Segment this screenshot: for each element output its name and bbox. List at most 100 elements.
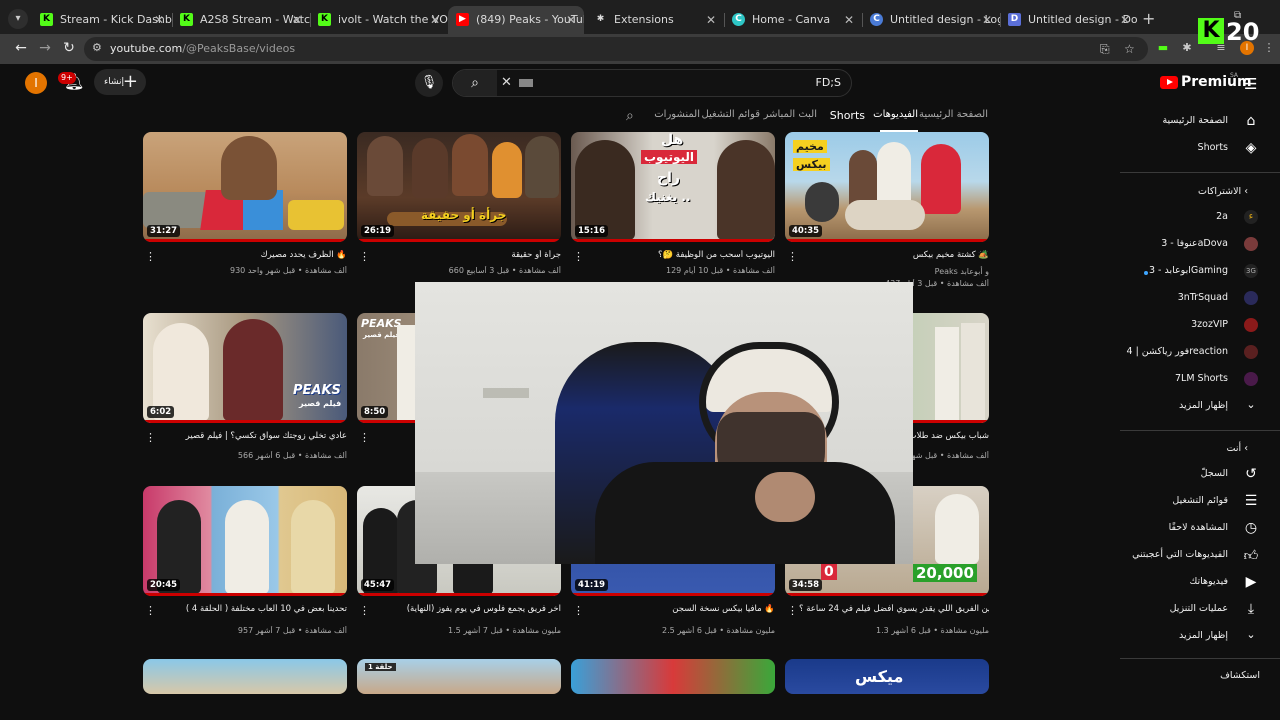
create-button[interactable]: إنشاء + bbox=[94, 69, 146, 95]
sidebar-item-playlists[interactable]: قوائم التشغيل ☰ bbox=[1120, 490, 1280, 516]
keyboard-icon[interactable] bbox=[519, 79, 533, 87]
browser-tab[interactable]: C Home - Canva ✕ bbox=[724, 6, 862, 34]
sidebar-item-subscription[interactable]: 7LM Shorts bbox=[1120, 368, 1280, 394]
clear-search-icon[interactable]: ✕ bbox=[501, 75, 512, 90]
video-title[interactable]: مافيا بيكس نسخة السجن 🔥 bbox=[585, 604, 775, 614]
browser-tab[interactable]: ✱ Extensions ✕ bbox=[586, 6, 724, 34]
extensions-puzzle-icon[interactable]: ✱ bbox=[1180, 41, 1194, 55]
close-icon[interactable]: ✕ bbox=[292, 6, 302, 34]
back-arrow-icon[interactable]: ← bbox=[12, 40, 30, 56]
more-options-icon[interactable]: ⋮ bbox=[359, 250, 370, 263]
sidebar-item-subscription[interactable]: ابوعابد - 3Gaming 3G bbox=[1120, 260, 1280, 286]
browser-tab[interactable]: K ivolt - Watch the VOD on ✕ bbox=[310, 6, 448, 34]
guide-menu-icon[interactable]: ☰ bbox=[1244, 75, 1257, 93]
video-card[interactable] bbox=[143, 659, 347, 694]
tab-home[interactable]: الصفحة الرئيسية bbox=[919, 109, 988, 120]
tab-search-button[interactable]: ▾ bbox=[8, 9, 28, 29]
search-icon[interactable]: ⌕ bbox=[453, 70, 497, 96]
close-icon[interactable]: ✕ bbox=[844, 6, 854, 34]
site-info-icon[interactable]: ⚙ bbox=[92, 41, 102, 54]
more-options-icon[interactable]: ⋮ bbox=[145, 604, 156, 617]
tab-shorts[interactable]: Shorts bbox=[830, 109, 865, 122]
forward-arrow-icon[interactable]: → bbox=[36, 40, 54, 56]
video-card[interactable]: حلقة 1 bbox=[357, 659, 561, 694]
new-tab-button[interactable]: + bbox=[1142, 9, 1155, 28]
video-channel[interactable]: Peaks و أبوعابد bbox=[935, 267, 989, 276]
sidebar-item-watch-later[interactable]: المشاهدة لاحقًا ◷ bbox=[1120, 517, 1280, 543]
bookmark-star-icon[interactable]: ☆ bbox=[1124, 42, 1135, 56]
sidebar-show-more-you[interactable]: إظهار المزيد ⌄ bbox=[1120, 625, 1280, 651]
sidebar-item-subscription[interactable]: 3zozVIP bbox=[1120, 314, 1280, 340]
close-icon[interactable]: ✕ bbox=[430, 6, 440, 34]
video-thumbnail[interactable] bbox=[571, 659, 775, 694]
more-options-icon[interactable]: ⋮ bbox=[573, 604, 584, 617]
voice-search-mic-icon[interactable]: 🎙︎ bbox=[415, 69, 443, 97]
browser-tab-active[interactable]: ▶ (849) Peaks - YouTube ✕ bbox=[448, 6, 584, 34]
subscriptions-heading[interactable]: الاشتراكات ‹ bbox=[1198, 186, 1248, 197]
video-thumbnail[interactable]: هل اليوتيوب راح يغنيك .. 15:16 bbox=[571, 132, 775, 242]
browser-tab[interactable]: D Untitled design - Doc ✕ bbox=[1000, 6, 1138, 34]
video-title[interactable]: الظرف يحدد مصيرك 🔥 bbox=[157, 250, 347, 260]
sidebar-item-subscription[interactable]: 2a ء bbox=[1120, 206, 1280, 232]
address-bar[interactable]: ⚙ youtube.com/@PeaksBase/videos ⎘ ☆ bbox=[84, 37, 1148, 61]
browser-tab[interactable]: K A2S8 Stream - Watch Live ✕ bbox=[172, 6, 310, 34]
extension-icon[interactable]: ▬ bbox=[1156, 41, 1170, 55]
video-thumbnail[interactable]: PEAKS فيلم قصير 6:02 bbox=[143, 313, 347, 423]
close-icon[interactable]: ✕ bbox=[154, 6, 164, 34]
more-options-icon[interactable]: ⋮ bbox=[359, 604, 370, 617]
video-thumbnail[interactable]: حلقة 1 bbox=[357, 659, 561, 694]
channel-search-icon[interactable]: ⌕ bbox=[626, 108, 634, 124]
more-options-icon[interactable]: ⋮ bbox=[359, 431, 370, 444]
browser-tab[interactable]: K Stream - Kick Dashboard ✕ bbox=[32, 6, 172, 34]
video-thumbnail[interactable]: مخيم بيكس 40:35 bbox=[785, 132, 989, 242]
browser-tab[interactable]: C Untitled design - Logo ✕ bbox=[862, 6, 1000, 34]
tab-videos[interactable]: الفيديوهات bbox=[873, 109, 918, 120]
video-thumbnail[interactable]: 20:45 bbox=[143, 486, 347, 596]
video-thumbnail[interactable]: ميكس bbox=[785, 659, 989, 694]
account-avatar[interactable]: I bbox=[25, 72, 47, 94]
close-icon[interactable]: ✕ bbox=[566, 6, 576, 34]
video-thumbnail[interactable]: جرأة أو حقيقة 26:19 bbox=[357, 132, 561, 242]
video-thumbnail[interactable] bbox=[143, 659, 347, 694]
video-title[interactable]: آخر فريق يجمع فلوس في يوم يفوز (النهاية) bbox=[371, 604, 561, 614]
video-thumbnail[interactable]: 31:27 bbox=[143, 132, 347, 242]
sidebar-item-shorts[interactable]: Shorts ◈ bbox=[1120, 137, 1280, 163]
search-box[interactable]: ⌕ ✕ FD;S bbox=[452, 69, 852, 97]
close-icon[interactable]: ✕ bbox=[982, 6, 992, 34]
video-title[interactable]: مين الفريق اللي يقدر يسوي أفضل فيلم في 2… bbox=[799, 604, 989, 614]
sidebar-item-history[interactable]: السجلّ ↺ bbox=[1120, 463, 1280, 489]
sidebar-item-downloads[interactable]: عمليات التنزيل ⤓ bbox=[1120, 598, 1280, 624]
video-title[interactable]: تحدينا بعض في 10 ألعاب مختلفة ( الحلقة 4… bbox=[157, 604, 347, 614]
video-card[interactable]: ميكس bbox=[785, 659, 989, 694]
more-options-icon[interactable]: ⋮ bbox=[145, 250, 156, 263]
more-options-icon[interactable]: ⋮ bbox=[573, 250, 584, 263]
video-card[interactable] bbox=[571, 659, 775, 694]
sidebar-item-home[interactable]: الصفحة الرئيسية ⌂ bbox=[1120, 110, 1280, 136]
tab-playlists[interactable]: قوائم التشغيل bbox=[701, 109, 760, 120]
youtube-logo-icon[interactable] bbox=[1160, 76, 1178, 89]
sidebar-item-subscription[interactable]: عنوفا - 3aDova bbox=[1120, 233, 1280, 259]
tab-live[interactable]: البث المباشر bbox=[764, 109, 817, 120]
sidebar-item-label: الفيديوهات التي أعجبتني bbox=[1132, 549, 1228, 560]
tab-posts[interactable]: المنشورات bbox=[654, 109, 700, 120]
more-options-icon[interactable]: ⋮ bbox=[787, 604, 798, 617]
video-title[interactable]: كشتة مخيم بيكس 🏕️ bbox=[799, 250, 989, 260]
reload-icon[interactable]: ↻ bbox=[60, 40, 78, 56]
close-icon[interactable]: ✕ bbox=[706, 6, 716, 34]
browser-menu-icon[interactable]: ⋮ bbox=[1262, 41, 1276, 55]
video-title[interactable]: عادي تخلي زوجتك سواق تكسي؟ | فيلم قصير bbox=[157, 431, 347, 441]
install-app-icon[interactable]: ⎘ bbox=[1100, 42, 1110, 57]
sidebar-item-liked-videos[interactable]: الفيديوهات التي أعجبتني 👍︎ bbox=[1120, 544, 1280, 570]
sidebar-item-subscription[interactable]: 3nTrSquad bbox=[1120, 287, 1280, 313]
more-options-icon[interactable]: ⋮ bbox=[787, 250, 798, 263]
video-title[interactable]: جرأة أو حقيقة bbox=[371, 250, 561, 260]
sidebar-item-your-videos[interactable]: فيديوهاتك ▶ bbox=[1120, 571, 1280, 597]
search-input[interactable]: FD;S bbox=[816, 76, 842, 89]
sidebar-show-more-subscriptions[interactable]: إظهار المزيد ⌄ bbox=[1120, 395, 1280, 421]
video-title[interactable]: اليوتيوب أسحب من الوظيفة 🤔؟ bbox=[585, 250, 775, 260]
more-options-icon[interactable]: ⋮ bbox=[145, 431, 156, 444]
sidebar-item-subscription[interactable]: فور رياكشن | 4reaction bbox=[1120, 341, 1280, 367]
close-icon[interactable]: ✕ bbox=[1120, 6, 1130, 34]
you-heading[interactable]: أنت ‹ bbox=[1227, 443, 1248, 454]
youtube-premium-wordmark[interactable]: Premium bbox=[1181, 74, 1252, 90]
